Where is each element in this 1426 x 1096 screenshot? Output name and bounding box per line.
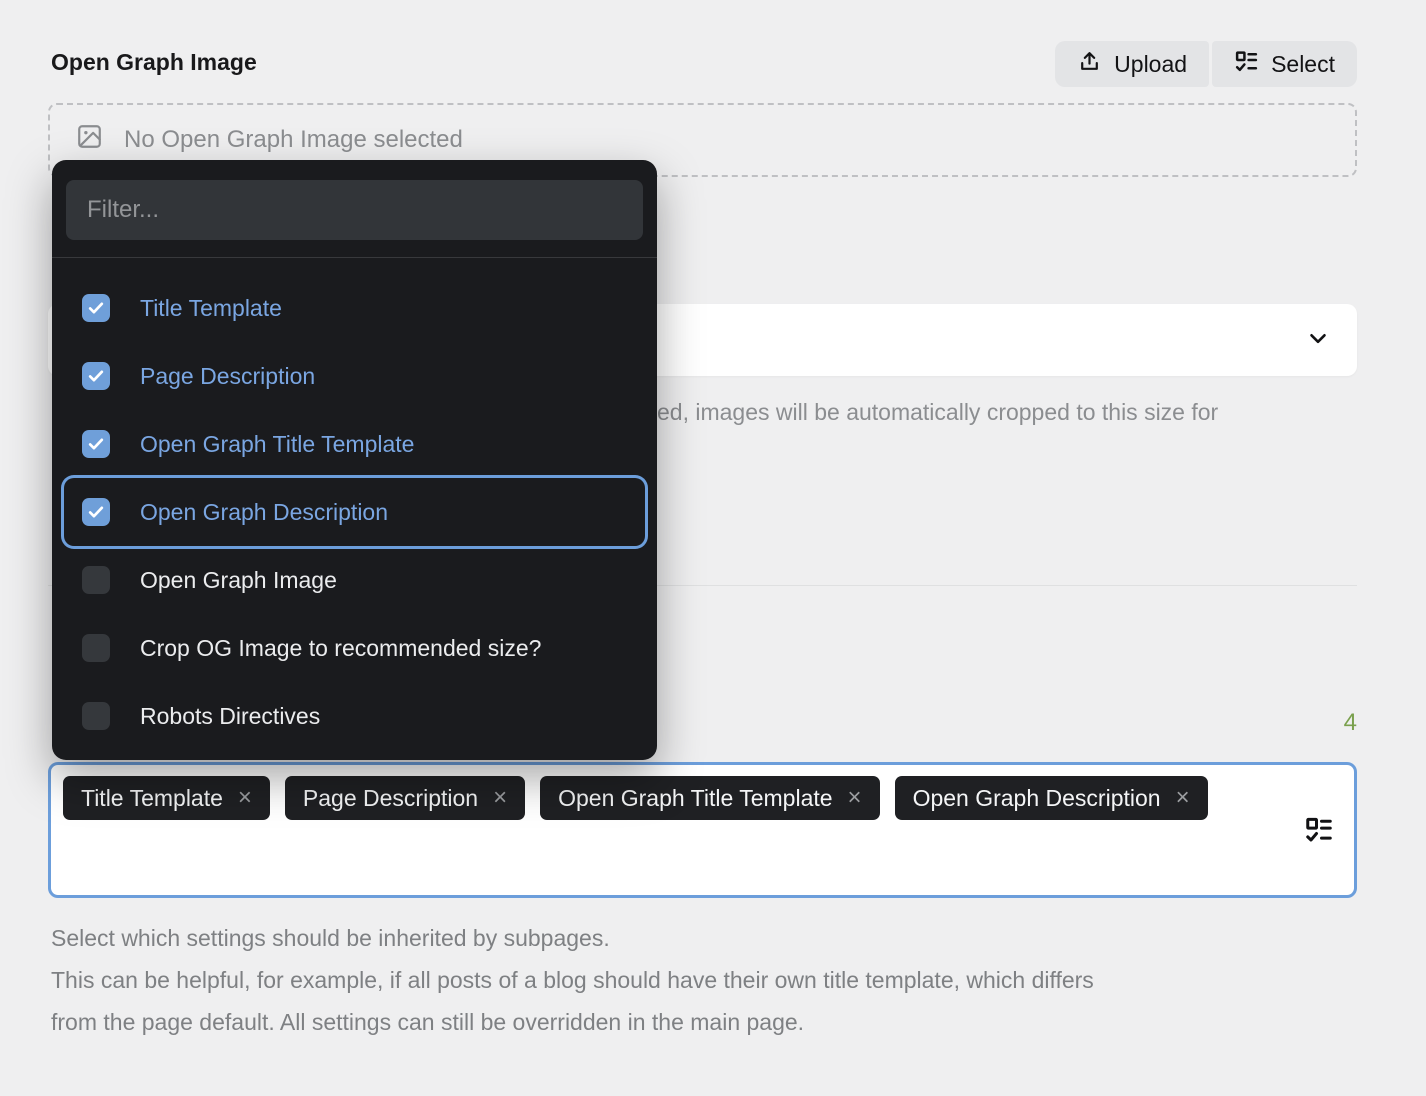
select-button[interactable]: Select [1212,41,1357,87]
help-line: This can be helpful, for example, if all… [51,959,1361,1001]
field-help-text: Select which settings should be inherite… [51,917,1361,1043]
checkbox[interactable] [82,702,110,730]
tag: Title Template × [63,776,270,820]
dropdown-option[interactable]: Open Graph Description [64,478,645,546]
filter-input[interactable] [66,180,643,240]
tag-label: Open Graph Title Template [558,785,832,812]
checkbox[interactable] [82,430,110,458]
settings-dropdown-panel: Title Template Page Description [52,160,657,760]
inherit-settings-tags-input[interactable]: Title Template × Page Description × Open… [48,762,1357,898]
chevron-down-icon [1305,325,1331,356]
tag: Open Graph Description × [895,776,1208,820]
dropdown-option[interactable]: Open Graph Image [64,546,645,614]
checkbox[interactable] [82,294,110,322]
upload-icon [1077,49,1102,80]
tag-remove-icon[interactable]: × [238,786,252,810]
dropdown-option-label: Open Graph Description [140,499,388,526]
list-check-icon [1234,49,1259,80]
seo-settings-page: Open Graph Image Upload Select [0,0,1426,1096]
image-icon [75,122,104,158]
dropdown-option-label: Page Description [140,363,315,390]
dropdown-option[interactable]: Title Template [64,274,645,342]
asset-toolbar: Upload Select [1055,41,1357,87]
upload-button[interactable]: Upload [1055,41,1209,87]
selected-count-badge: 4 [1344,709,1357,737]
dropdown-option[interactable]: Page Description [64,342,645,410]
help-line: from the page default. All settings can … [51,1001,1361,1043]
tags-list-check-icon[interactable] [1304,815,1334,845]
checkbox[interactable] [82,362,110,390]
tag: Open Graph Title Template × [540,776,879,820]
select-button-label: Select [1271,51,1335,78]
tag-remove-icon[interactable]: × [1176,786,1190,810]
help-line: Select which settings should be inherite… [51,917,1361,959]
page-title: Open Graph Image [51,49,257,76]
panel-divider [52,257,657,258]
tag-label: Open Graph Description [913,785,1161,812]
asset-placeholder-text: No Open Graph Image selected [124,126,463,154]
checkbox[interactable] [82,566,110,594]
dropdown-option-label: Title Template [140,295,282,322]
dropdown-option-label: Open Graph Title Template [140,431,414,458]
dropdown-option[interactable]: Open Graph Title Template [64,410,645,478]
dropdown-options-list: Title Template Page Description [66,274,643,750]
dropdown-option-label: Robots Directives [140,703,320,730]
checkbox[interactable] [82,634,110,662]
tag-label: Page Description [303,785,478,812]
checkbox[interactable] [82,498,110,526]
tag-label: Title Template [81,785,223,812]
tag-remove-icon[interactable]: × [848,786,862,810]
tag-remove-icon[interactable]: × [493,786,507,810]
dropdown-option[interactable]: Robots Directives [64,682,645,750]
crop-hint-text: ed, images will be automatically cropped… [657,399,1218,426]
upload-button-label: Upload [1114,51,1187,78]
dropdown-option-label: Crop OG Image to recommended size? [140,635,541,662]
dropdown-option-label: Open Graph Image [140,567,337,594]
tag: Page Description × [285,776,525,820]
dropdown-option[interactable]: Crop OG Image to recommended size? [64,614,645,682]
